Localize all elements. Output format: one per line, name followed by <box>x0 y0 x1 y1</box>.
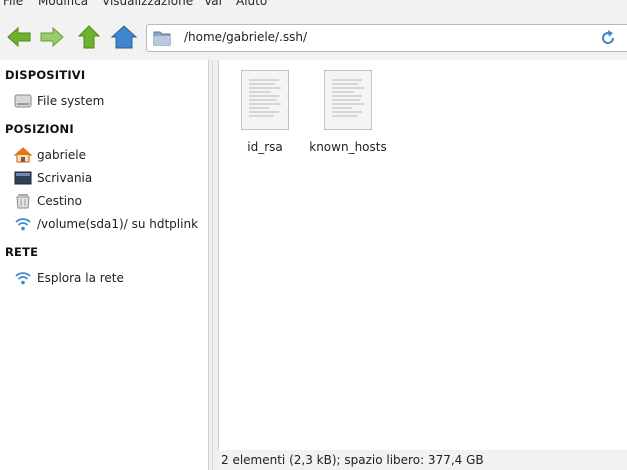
file-view[interactable]: id_rsa known_hosts <box>218 60 627 450</box>
sidebar-item-volume-sda1[interactable]: /volume(sda1)/ su hdtplink <box>12 215 208 235</box>
refresh-icon[interactable] <box>599 29 617 47</box>
sidebar-item-scrivania[interactable]: Scrivania <box>12 169 208 189</box>
network-icon <box>15 218 31 231</box>
sidebar-item-label: gabriele <box>37 148 86 162</box>
address-path[interactable]: /home/gabriele/.ssh/ <box>184 30 307 44</box>
sidebar-item-label: File system <box>37 94 105 108</box>
desktop-icon <box>14 171 32 185</box>
menu-aiuto[interactable]: Aiuto <box>236 0 267 8</box>
sidebar-item-label: /volume(sda1)/ su hdtplink <box>37 217 199 231</box>
home-icon <box>14 147 32 163</box>
arrow-up-icon <box>77 25 101 49</box>
network-icon <box>15 272 31 285</box>
menu-visualizzazione[interactable]: Visualizzazione <box>102 0 193 8</box>
section-title-rete: RETE <box>5 245 39 259</box>
sidebar-item-esplora-rete[interactable]: Esplora la rete <box>12 269 208 289</box>
arrow-right-icon <box>40 26 64 48</box>
sidebar: DISPOSITIVI File system POSIZIONI gabrie… <box>0 60 209 470</box>
file-item[interactable]: known_hosts <box>308 68 388 158</box>
sidebar-item-file-system[interactable]: File system <box>12 92 208 112</box>
text-file-icon <box>324 70 372 130</box>
file-name: known_hosts <box>309 140 387 154</box>
menu-file[interactable]: File <box>3 0 23 8</box>
file-name: id_rsa <box>247 140 283 154</box>
address-bar[interactable]: /home/gabriele/.ssh/ <box>146 24 627 52</box>
menu-vai[interactable]: Vai <box>204 0 222 8</box>
sidebar-item-label: Scrivania <box>37 171 93 185</box>
sidebar-item-label: Cestino <box>37 194 82 208</box>
back-button[interactable] <box>5 23 33 51</box>
sidebar-item-gabriele[interactable]: gabriele <box>12 146 208 166</box>
home-button[interactable] <box>110 23 138 51</box>
drive-icon <box>14 94 32 108</box>
forward-button[interactable] <box>38 23 66 51</box>
menu-modifica[interactable]: Modifica <box>38 0 88 8</box>
status-bar: 2 elementi (2,3 kB); spazio libero: 377,… <box>218 450 627 470</box>
sidebar-item-label: Esplora la rete <box>37 271 124 285</box>
sidebar-item-cestino[interactable]: Cestino <box>12 192 208 212</box>
up-button[interactable] <box>75 23 103 51</box>
home-icon <box>110 25 138 49</box>
pane-splitter[interactable] <box>209 60 218 470</box>
text-file-icon <box>241 70 289 130</box>
section-title-dispositivi: DISPOSITIVI <box>5 68 86 82</box>
menubar: File Modifica Visualizzazione Vai Aiuto <box>0 0 627 10</box>
file-item[interactable]: id_rsa <box>225 68 305 158</box>
arrow-left-icon <box>7 26 31 48</box>
status-text: 2 elementi (2,3 kB); spazio libero: 377,… <box>221 453 484 467</box>
section-title-posizioni: POSIZIONI <box>5 122 74 136</box>
folder-icon <box>153 31 171 46</box>
trash-icon <box>16 194 30 209</box>
